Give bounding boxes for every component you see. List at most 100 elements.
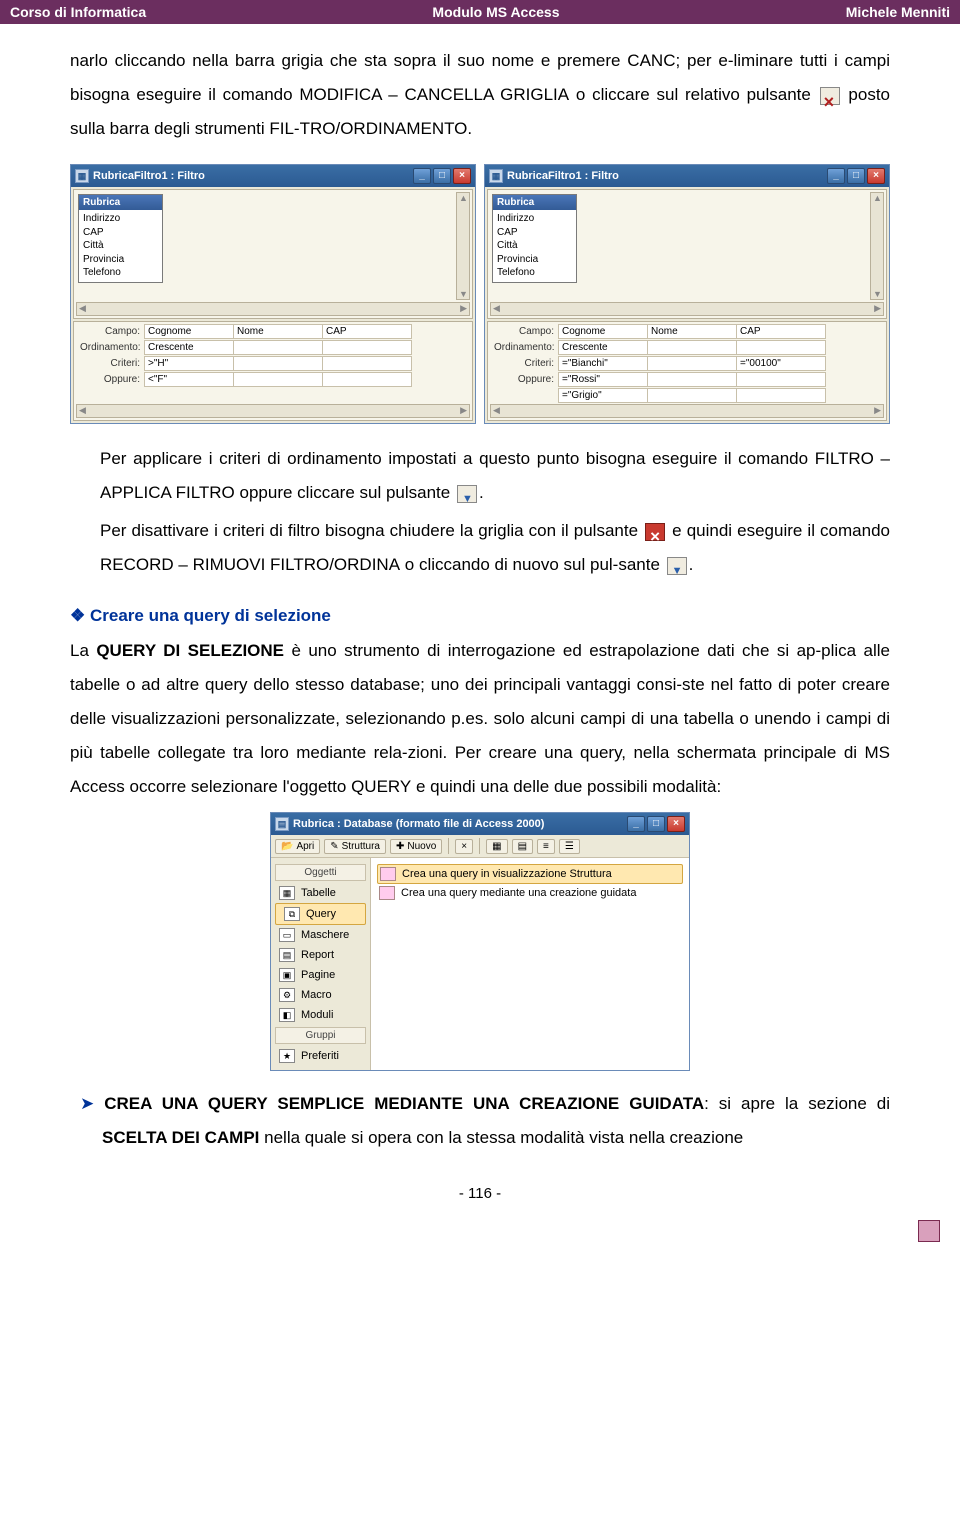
sidebar-item-macro[interactable]: ⚙Macro bbox=[271, 985, 370, 1005]
scrollbar-horizontal[interactable] bbox=[490, 302, 884, 316]
view-small-icons-button[interactable]: ▤ bbox=[512, 839, 533, 854]
pages-icon: ▣ bbox=[279, 968, 295, 982]
grid-cell[interactable] bbox=[647, 356, 737, 371]
app-icon: ▦ bbox=[489, 169, 503, 183]
grid-cell[interactable] bbox=[322, 356, 412, 371]
design-button[interactable]: ✎Struttura bbox=[324, 839, 386, 854]
sidebar-item-tables[interactable]: ▦Tabelle bbox=[271, 883, 370, 903]
list-item-create-wizard[interactable]: Crea una query mediante una creazione gu… bbox=[377, 884, 683, 902]
grid-cell[interactable] bbox=[233, 340, 323, 355]
db-toolbar: 📂Apri ✎Struttura ✚Nuovo × ▦ ▤ ≡ ☰ bbox=[271, 835, 689, 858]
separator bbox=[448, 838, 449, 854]
field-item[interactable]: Provincia bbox=[83, 253, 158, 267]
maximize-button[interactable]: □ bbox=[647, 816, 665, 832]
grid-cell[interactable] bbox=[647, 372, 737, 387]
field-item[interactable]: Provincia bbox=[497, 253, 572, 267]
grid-cell[interactable]: Crescente bbox=[144, 340, 234, 355]
grid-cell[interactable] bbox=[322, 340, 412, 355]
table-box-rubrica[interactable]: Rubrica Indirizzo CAP Città Provincia Te… bbox=[492, 194, 577, 283]
sidebar-item-modules[interactable]: ◧Moduli bbox=[271, 1005, 370, 1025]
maximize-button[interactable]: □ bbox=[433, 168, 451, 184]
grid-cell[interactable]: <"F" bbox=[144, 372, 234, 387]
close-button[interactable]: × bbox=[667, 816, 685, 832]
header-center: Modulo MS Access bbox=[432, 4, 559, 20]
close-button[interactable]: × bbox=[453, 168, 471, 184]
scrollbar-vertical[interactable] bbox=[870, 192, 884, 300]
minimize-button[interactable]: _ bbox=[827, 168, 845, 184]
grid-cell[interactable]: CAP bbox=[322, 324, 412, 339]
db-sidebar: Oggetti ▦Tabelle ⧉Query ▭Maschere ▤Repor… bbox=[271, 858, 371, 1070]
grid-cell[interactable]: Crescente bbox=[558, 340, 648, 355]
modules-icon: ◧ bbox=[279, 1008, 295, 1022]
grid-cell[interactable]: Cognome bbox=[144, 324, 234, 339]
grid-cell[interactable] bbox=[736, 340, 826, 355]
remove-filter-icon bbox=[667, 557, 687, 575]
db-main-list: Crea una query in visualizzazione Strutt… bbox=[371, 858, 689, 1070]
paragraph-1: narlo cliccando nella barra grigia che s… bbox=[70, 44, 890, 146]
header-right: Michele Menniti bbox=[846, 4, 950, 20]
grid-cell[interactable] bbox=[233, 356, 323, 371]
footer-logo-icon bbox=[918, 1220, 940, 1242]
sidebar-item-forms[interactable]: ▭Maschere bbox=[271, 925, 370, 945]
bullet-item: CREA UNA QUERY SEMPLICE MEDIANTE UNA CRE… bbox=[70, 1087, 890, 1155]
design-icon: ✎ bbox=[330, 841, 338, 852]
page-header: Corso di Informatica Modulo MS Access Mi… bbox=[0, 0, 960, 24]
scrollbar-horizontal[interactable] bbox=[76, 302, 470, 316]
scrollbar-vertical[interactable] bbox=[456, 192, 470, 300]
sidebar-item-reports[interactable]: ▤Report bbox=[271, 945, 370, 965]
database-window: ▤Rubrica : Database (formato file di Acc… bbox=[270, 812, 690, 1071]
delete-button[interactable]: × bbox=[455, 839, 473, 854]
field-item[interactable]: Indirizzo bbox=[497, 212, 572, 226]
grid-cell[interactable] bbox=[233, 372, 323, 387]
grid-cell[interactable] bbox=[736, 388, 826, 403]
field-item[interactable]: Telefono bbox=[497, 266, 572, 280]
list-item-create-design[interactable]: Crea una query in visualizzazione Strutt… bbox=[377, 864, 683, 884]
grid-cell[interactable]: Cognome bbox=[558, 324, 648, 339]
grid-cell[interactable]: Nome bbox=[647, 324, 737, 339]
wizard-icon bbox=[380, 867, 396, 881]
open-button[interactable]: 📂Apri bbox=[275, 839, 320, 854]
db-icon: ▤ bbox=[275, 817, 289, 831]
view-large-icons-button[interactable]: ▦ bbox=[486, 839, 507, 854]
minimize-button[interactable]: _ bbox=[627, 816, 645, 832]
filter-window-right: ▦RubricaFiltro1 : Filtro _ □ × Rubrica I… bbox=[484, 164, 890, 424]
paragraph-3: Per disattivare i criteri di filtro biso… bbox=[70, 514, 890, 582]
sidebar-item-favorites[interactable]: ★Preferiti bbox=[271, 1046, 370, 1066]
grid-cell[interactable]: ="Bianchi" bbox=[558, 356, 648, 371]
sidebar-item-query[interactable]: ⧉Query bbox=[275, 903, 366, 925]
app-icon: ▦ bbox=[75, 169, 89, 183]
new-button[interactable]: ✚Nuovo bbox=[390, 839, 442, 854]
separator bbox=[479, 838, 480, 854]
sidebar-group-objects: Oggetti bbox=[275, 864, 366, 881]
scrollbar-horizontal[interactable] bbox=[490, 404, 884, 418]
open-icon: 📂 bbox=[281, 841, 293, 852]
table-box-rubrica[interactable]: Rubrica Indirizzo CAP Città Provincia Te… bbox=[78, 194, 163, 283]
field-item[interactable]: Città bbox=[83, 239, 158, 253]
scrollbar-horizontal[interactable] bbox=[76, 404, 470, 418]
grid-cell[interactable]: ="00100" bbox=[736, 356, 826, 371]
tables-pane: Rubrica Indirizzo CAP Città Provincia Te… bbox=[73, 189, 473, 319]
grid-cell[interactable]: ="Grigio" bbox=[558, 388, 648, 403]
minimize-button[interactable]: _ bbox=[413, 168, 431, 184]
grid-cell[interactable] bbox=[736, 372, 826, 387]
field-item[interactable]: Città bbox=[497, 239, 572, 253]
wizard-icon bbox=[379, 886, 395, 900]
grid-cell[interactable] bbox=[647, 388, 737, 403]
field-item[interactable]: Telefono bbox=[83, 266, 158, 280]
view-details-button[interactable]: ☰ bbox=[559, 839, 580, 854]
grid-cell[interactable]: CAP bbox=[736, 324, 826, 339]
grid-cell[interactable] bbox=[322, 372, 412, 387]
header-left: Corso di Informatica bbox=[10, 4, 146, 20]
view-list-button[interactable]: ≡ bbox=[537, 839, 555, 854]
grid-cell[interactable]: ="Rossi" bbox=[558, 372, 648, 387]
field-item[interactable]: CAP bbox=[497, 226, 572, 240]
maximize-button[interactable]: □ bbox=[847, 168, 865, 184]
query-icon: ⧉ bbox=[284, 907, 300, 921]
field-item[interactable]: Indirizzo bbox=[83, 212, 158, 226]
sidebar-item-pages[interactable]: ▣Pagine bbox=[271, 965, 370, 985]
close-button[interactable]: × bbox=[867, 168, 885, 184]
grid-cell[interactable]: Nome bbox=[233, 324, 323, 339]
field-item[interactable]: CAP bbox=[83, 226, 158, 240]
grid-cell[interactable] bbox=[647, 340, 737, 355]
grid-cell[interactable]: >"H" bbox=[144, 356, 234, 371]
